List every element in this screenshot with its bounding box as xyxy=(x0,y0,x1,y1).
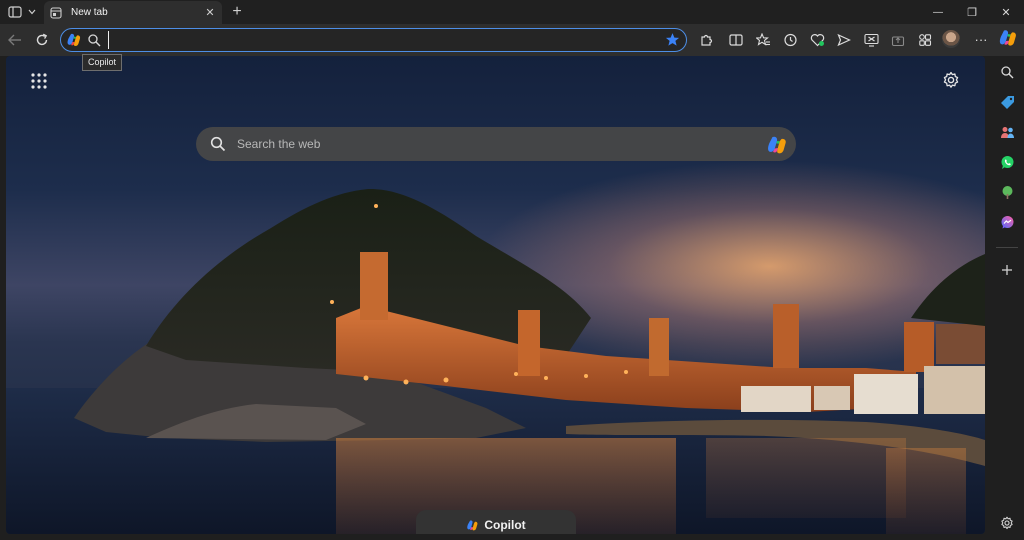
sidebar-search-icon[interactable] xyxy=(999,64,1015,80)
sidebar-divider xyxy=(996,247,1018,248)
web-search-box[interactable] xyxy=(196,127,796,161)
tab-title: New tab xyxy=(71,7,108,18)
search-icon xyxy=(88,34,101,47)
new-tab-button[interactable]: + xyxy=(228,2,246,22)
plus-icon[interactable] xyxy=(999,262,1015,278)
collections-icon[interactable] xyxy=(916,31,934,49)
browser-window: New tab ✕ + — ❐ ✕ ··· Copilot Search the… xyxy=(0,0,1024,540)
minimize-button[interactable]: — xyxy=(921,0,955,24)
search-icon xyxy=(210,136,226,152)
more-options-button[interactable]: ··· xyxy=(972,30,990,48)
restore-button[interactable]: ❐ xyxy=(955,0,989,24)
whatsapp-icon[interactable] xyxy=(999,154,1015,170)
copilot-icon xyxy=(467,520,478,530)
title-bar: New tab ✕ + — ❐ ✕ xyxy=(0,0,1024,24)
back-arrow-icon[interactable] xyxy=(5,30,25,50)
new-tab-page: Copilot xyxy=(6,56,985,534)
history-icon[interactable] xyxy=(781,31,799,49)
copilot-icon[interactable] xyxy=(766,134,788,156)
sidebar-settings-gear-icon[interactable] xyxy=(999,515,1015,531)
send-icon[interactable] xyxy=(835,31,853,49)
address-input[interactable] xyxy=(108,31,648,49)
refresh-icon[interactable] xyxy=(32,30,52,50)
copilot-button-label: Copilot xyxy=(484,518,526,532)
split-screen-icon[interactable] xyxy=(727,31,745,49)
copilot-icon[interactable] xyxy=(998,28,1018,48)
heart-pulse-icon[interactable] xyxy=(808,31,826,49)
screenshot-icon[interactable] xyxy=(862,31,880,49)
tab-actions-chevron-icon[interactable] xyxy=(26,2,38,22)
favorites-icon[interactable] xyxy=(754,31,772,49)
new-tab-favicon-icon xyxy=(50,6,62,19)
people-icon[interactable] xyxy=(999,124,1015,140)
tag-icon[interactable] xyxy=(999,94,1015,110)
gear-icon[interactable] xyxy=(942,71,960,89)
tab-new-tab[interactable]: New tab ✕ xyxy=(44,1,222,24)
sidebar-toggle-icon[interactable] xyxy=(6,2,24,22)
close-window-button[interactable]: ✕ xyxy=(989,0,1023,24)
toolbar: ··· xyxy=(0,24,1024,56)
share-icon[interactable] xyxy=(889,31,907,49)
tab-close-icon[interactable]: ✕ xyxy=(202,5,218,21)
profile-avatar[interactable] xyxy=(942,30,960,48)
apps-grid-icon[interactable] xyxy=(30,72,48,90)
star-icon[interactable] xyxy=(665,32,680,47)
address-bar[interactable] xyxy=(60,28,687,52)
edge-sidebar xyxy=(988,56,1024,540)
copilot-tooltip: Copilot xyxy=(82,54,123,71)
web-search-input[interactable] xyxy=(237,135,737,153)
copilot-icon[interactable] xyxy=(66,32,82,48)
messenger-icon[interactable] xyxy=(999,214,1015,230)
copilot-button[interactable]: Copilot xyxy=(416,510,576,534)
tree-icon[interactable] xyxy=(999,184,1015,200)
puzzle-icon[interactable] xyxy=(697,31,715,49)
